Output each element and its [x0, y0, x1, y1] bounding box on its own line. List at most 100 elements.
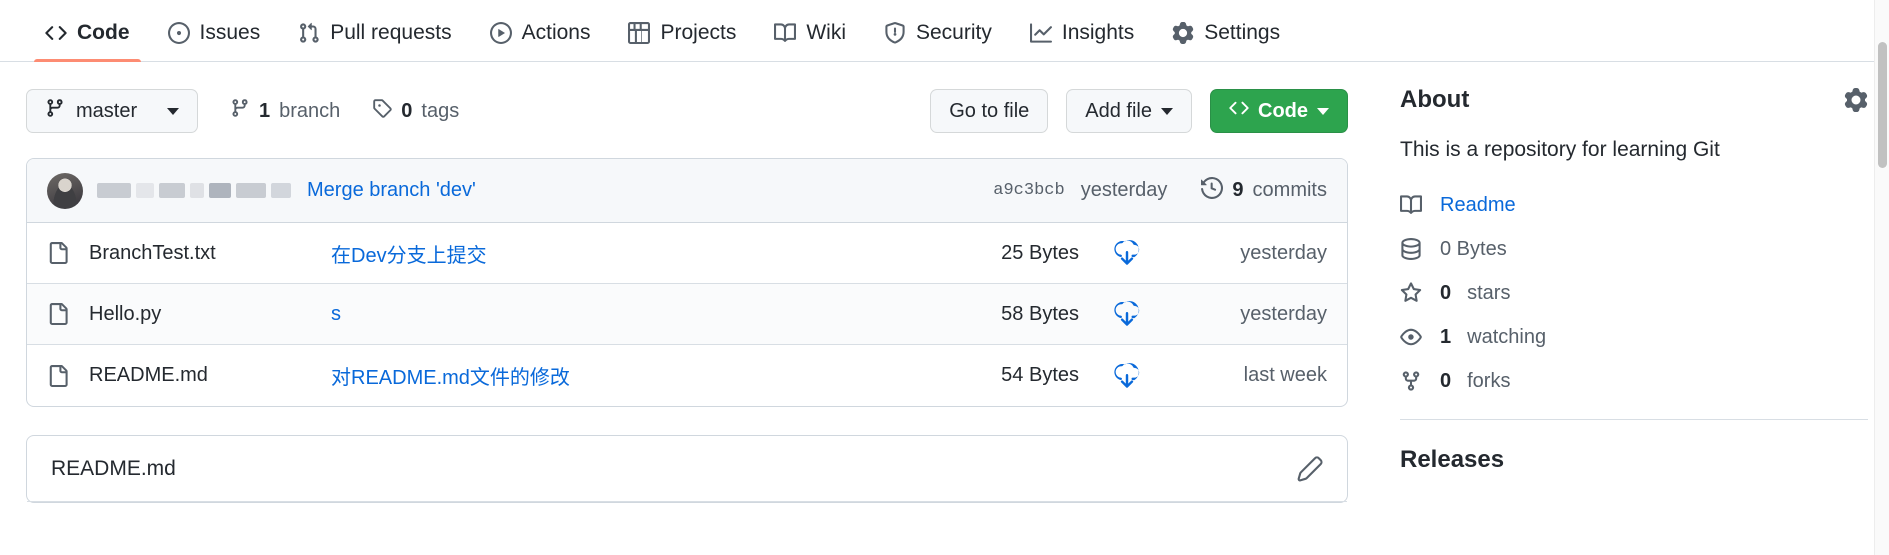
tab-label: Wiki [806, 21, 846, 44]
download-icon[interactable] [1079, 240, 1175, 266]
file-name[interactable]: BranchTest.txt [89, 242, 331, 265]
file-icon [47, 303, 69, 325]
book-icon [1400, 194, 1424, 216]
code-button[interactable]: Code [1210, 89, 1348, 133]
sidebar-item-stars[interactable]: 0 stars [1400, 282, 1868, 305]
file-commit-message[interactable]: 在Dev分支上提交 [331, 239, 929, 268]
tag-count-link[interactable]: 0 tags [372, 98, 459, 124]
pencil-icon[interactable] [1297, 455, 1323, 482]
file-listing-box: Merge branch 'dev' a9c3bcb yesterday 9 c… [26, 158, 1348, 407]
chevron-down-icon [1161, 107, 1173, 115]
branch-selector-button[interactable]: master [26, 89, 198, 133]
repo-description: This is a repository for learning Git [1400, 138, 1720, 161]
table-row[interactable]: README.md 对README.md文件的修改 54 Bytes last … [27, 345, 1347, 406]
play-icon [489, 22, 512, 44]
sidebar-item-readme[interactable]: Readme [1400, 194, 1868, 217]
tab-label: Projects [660, 21, 737, 44]
branch-name: master [76, 99, 138, 122]
file-name[interactable]: Hello.py [89, 303, 331, 326]
table-row[interactable]: Hello.py s 58 Bytes yesterday [27, 284, 1347, 345]
avatar[interactable] [47, 172, 83, 209]
code-icon [1229, 98, 1249, 124]
download-icon[interactable] [1079, 301, 1175, 327]
file-icon [47, 242, 69, 264]
graph-icon [1029, 22, 1052, 44]
main-column: master 1 branch 0 tags Go to file Add fi… [26, 62, 1348, 503]
book-icon [774, 22, 797, 44]
sidebar-item-label: stars [1467, 281, 1511, 304]
commits-count-link[interactable]: 9 commits [1201, 176, 1327, 205]
chevron-down-icon [1317, 107, 1329, 115]
go-to-file-label: Go to file [949, 99, 1030, 122]
tab-insights[interactable]: Insights [1011, 21, 1153, 61]
sidebar-item-label: forks [1467, 369, 1511, 392]
repo-forked-icon [1400, 370, 1424, 392]
tab-wiki[interactable]: Wiki [755, 21, 865, 61]
tab-projects[interactable]: Projects [609, 21, 755, 61]
tab-label: Settings [1204, 21, 1281, 44]
readme-title: README.md [51, 456, 176, 480]
commit-hash[interactable]: a9c3bcb [993, 181, 1064, 200]
tag-icon [372, 98, 393, 124]
add-file-button[interactable]: Add file [1066, 89, 1192, 133]
file-date: yesterday [1240, 241, 1327, 264]
file-date: yesterday [1240, 302, 1327, 325]
git-branch-icon [45, 98, 65, 124]
scrollbar-thumb[interactable] [1878, 42, 1887, 168]
commit-message[interactable]: Merge branch 'dev' [307, 179, 476, 202]
commits-count: 9 [1232, 179, 1244, 201]
star-icon [1400, 282, 1424, 304]
git-pull-request-icon [298, 22, 320, 44]
git-branch-icon [230, 98, 250, 124]
issue-opened-icon [167, 22, 190, 44]
go-to-file-button[interactable]: Go to file [930, 89, 1049, 133]
file-commit-message[interactable]: 对README.md文件的修改 [331, 361, 929, 390]
add-file-label: Add file [1085, 99, 1152, 122]
commit-author-redacted[interactable] [97, 183, 291, 198]
sidebar-item-forks[interactable]: 0 forks [1400, 370, 1868, 393]
tab-issues[interactable]: Issues [149, 21, 280, 61]
releases-title: Releases [1400, 445, 1505, 473]
tag-count-word: tags [421, 99, 460, 122]
branch-count-link[interactable]: 1 branch [230, 98, 340, 124]
readme-header: README.md [27, 436, 1347, 502]
watching-count: 1 [1440, 325, 1452, 348]
sidebar-item-size[interactable]: 0 Bytes [1400, 238, 1868, 261]
file-size: 25 Bytes [1001, 241, 1079, 264]
page-scrollbar[interactable] [1874, 0, 1889, 555]
download-icon[interactable] [1079, 362, 1175, 389]
about-title: About [1400, 86, 1470, 113]
gear-icon[interactable] [1844, 88, 1868, 112]
sidebar-item-watching[interactable]: 1 watching [1400, 326, 1868, 349]
branch-count-word: branch [279, 99, 341, 122]
file-commit-message[interactable]: s [331, 303, 929, 326]
sidebar: About This is a repository for learning … [1348, 62, 1868, 503]
tab-label: Code [77, 21, 130, 44]
repo-toolbar: master 1 branch 0 tags Go to file Add fi… [26, 86, 1348, 136]
code-button-label: Code [1258, 99, 1308, 122]
tab-settings[interactable]: Settings [1153, 21, 1299, 61]
file-size: 54 Bytes [1001, 364, 1079, 386]
branch-count: 1 [259, 99, 271, 122]
commit-date[interactable]: yesterday [1081, 179, 1168, 202]
readme-box: README.md [26, 435, 1348, 503]
tab-label: Security [916, 21, 992, 44]
file-name[interactable]: README.md [89, 364, 331, 387]
tab-actions[interactable]: Actions [471, 21, 610, 61]
about-header: About [1400, 86, 1868, 114]
file-date: last week [1243, 364, 1327, 386]
tab-label: Insights [1061, 21, 1135, 44]
shield-icon [884, 22, 906, 44]
database-icon [1400, 238, 1424, 260]
tab-security[interactable]: Security [865, 21, 1011, 61]
tab-code[interactable]: Code [26, 21, 149, 62]
commits-count-word: commits [1252, 179, 1327, 201]
github-repo-page: Code Issues Pull requests Actions Projec [0, 0, 1889, 555]
tab-pull-requests[interactable]: Pull requests [279, 21, 470, 61]
table-row[interactable]: BranchTest.txt 在Dev分支上提交 25 Bytes yester… [27, 223, 1347, 284]
sidebar-item-label: Readme [1440, 193, 1516, 216]
sidebar-item-label: watching [1467, 325, 1547, 348]
table-icon [628, 22, 651, 44]
tab-label: Pull requests [330, 21, 452, 44]
eye-icon [1400, 326, 1424, 348]
